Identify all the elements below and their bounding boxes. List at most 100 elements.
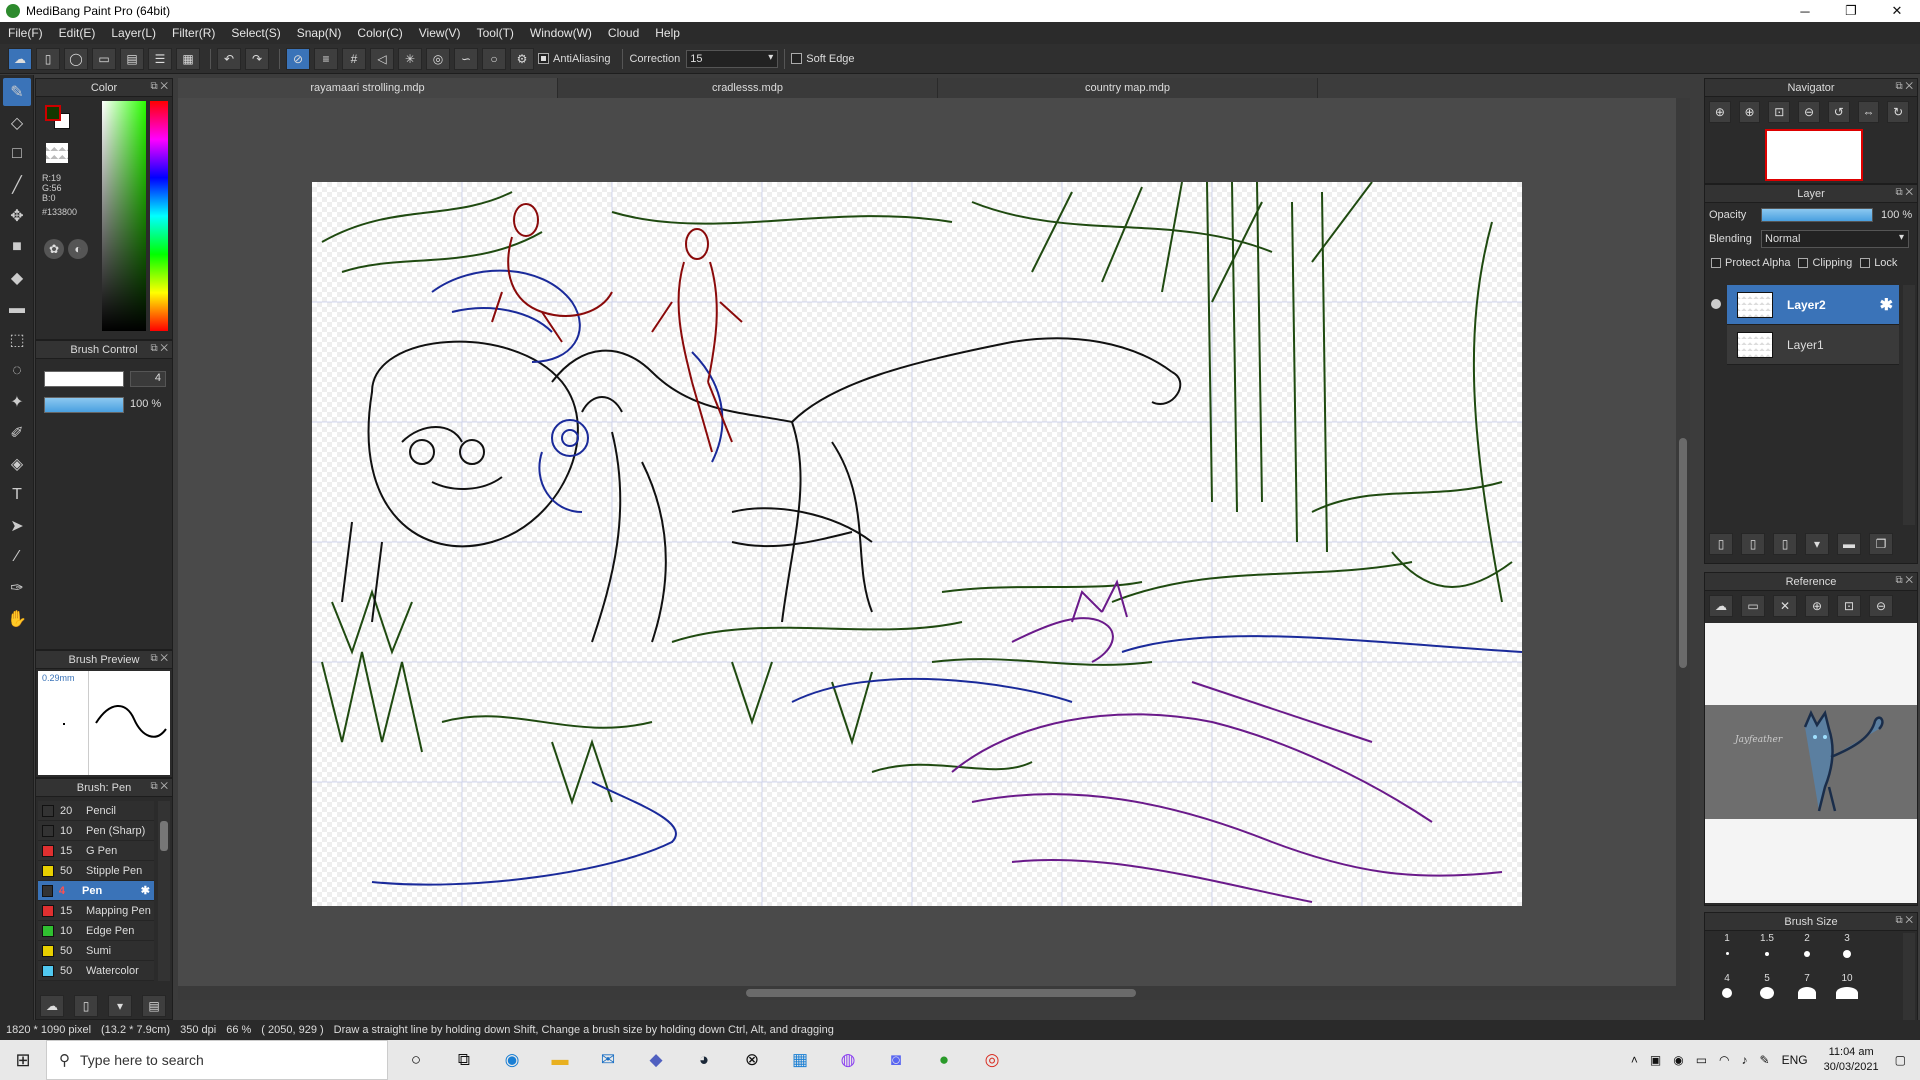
hue-slider[interactable] — [150, 101, 168, 331]
panel-close-icon[interactable]: ⧉ ✕ — [1895, 915, 1913, 926]
brush-size-3[interactable]: 3 — [1827, 933, 1867, 959]
transparent-swatch[interactable] — [46, 143, 68, 163]
blending-select[interactable]: Normal — [1761, 230, 1909, 248]
flip-icon[interactable]: ⇔ — [1857, 101, 1880, 123]
fill-rect-tool-icon[interactable]: ■ — [3, 233, 31, 261]
canvas-vertical-scrollbar[interactable] — [1676, 98, 1690, 1000]
divide-tool-icon[interactable]: ⁄ — [3, 543, 31, 571]
brush-size-1[interactable]: 1 — [1707, 933, 1747, 959]
bucket-tool-icon[interactable]: ◆ — [3, 264, 31, 292]
layer-settings-icon[interactable]: ✱ — [1880, 295, 1893, 315]
rotate-left-icon[interactable]: ↺ — [1827, 101, 1850, 123]
menu-filter[interactable]: Filter(R) — [164, 26, 223, 40]
menu-tool[interactable]: Tool(T) — [469, 26, 522, 40]
brush-item[interactable]: 20 Pencil — [38, 801, 154, 821]
menu-help[interactable]: Help — [647, 26, 688, 40]
steam-icon[interactable]: ◕ — [680, 1040, 728, 1080]
select-eraser-tool-icon[interactable]: ◈ — [3, 450, 31, 478]
undo-icon[interactable]: ↶ — [217, 47, 241, 70]
battery-icon[interactable]: ▭ — [1696, 1053, 1707, 1067]
reference-zoom-out-icon[interactable]: ⊖ — [1869, 595, 1893, 617]
brush-item[interactable]: 15 Mapping Pen — [38, 901, 154, 921]
maximize-button[interactable]: ❐ — [1828, 0, 1874, 22]
panel-close-icon[interactable]: ⧉ ✕ — [150, 343, 168, 354]
chrome-icon[interactable]: ◎ — [968, 1040, 1016, 1080]
file-explorer-icon[interactable]: ▬ — [536, 1040, 584, 1080]
text-tool-icon[interactable]: T — [3, 481, 31, 509]
language-indicator[interactable]: ENG — [1782, 1053, 1808, 1067]
brush-size-10[interactable]: 10 — [1827, 973, 1867, 999]
brush-size-scrollbar[interactable] — [1903, 933, 1915, 1021]
dot-tool-icon[interactable]: ╱ — [3, 171, 31, 199]
saturation-value-picker[interactable] — [102, 101, 146, 331]
tab-cradlesss[interactable]: cradlesss.mdp — [558, 78, 938, 98]
discord-icon[interactable]: ◙ — [872, 1040, 920, 1080]
tray-chevron-icon[interactable]: ˄ — [1631, 1053, 1638, 1067]
speech-bubble-icon[interactable]: ◯ — [64, 47, 88, 70]
reference-close-icon[interactable]: ✕ — [1773, 595, 1797, 617]
xbox-icon[interactable]: ⊗ — [728, 1040, 776, 1080]
task-view-icon[interactable]: ⧉ — [440, 1040, 488, 1080]
canvas-horizontal-scrollbar[interactable] — [178, 986, 1676, 1000]
calendar-app-icon[interactable]: ▦ — [776, 1040, 824, 1080]
close-button[interactable]: ✕ — [1874, 0, 1920, 22]
move-tool-icon[interactable]: ✥ — [3, 202, 31, 230]
layer-opacity-slider[interactable] — [1761, 208, 1873, 222]
layer-visibility-icon[interactable] — [1711, 299, 1721, 309]
new-layer-icon[interactable]: ▯ — [1709, 533, 1733, 555]
list-icon[interactable]: ☰ — [148, 47, 172, 70]
new-folder-icon[interactable]: ▬ — [1837, 533, 1861, 555]
tray-device-icon[interactable]: ▣ — [1650, 1053, 1661, 1067]
cortana-icon[interactable]: ○ — [392, 1040, 440, 1080]
reference-cloud-icon[interactable]: ☁ — [1709, 595, 1733, 617]
soft-edge-checkbox[interactable] — [791, 53, 803, 64]
lock-checkbox[interactable] — [1860, 258, 1871, 269]
brush-settings-icon[interactable]: ▤ — [142, 995, 166, 1017]
navigator-preview[interactable] — [1765, 129, 1863, 181]
layer-row-layer1[interactable]: Layer1 — [1727, 325, 1899, 365]
concentric-snap-icon[interactable]: ◎ — [426, 47, 450, 70]
curve-snap-icon[interactable]: ∽ — [454, 47, 478, 70]
menu-view[interactable]: View(V) — [411, 26, 469, 40]
clipping-checkbox[interactable] — [1798, 258, 1809, 269]
brush-size-1-5[interactable]: 1.5 — [1747, 933, 1787, 959]
menu-cloud[interactable]: Cloud — [600, 26, 647, 40]
menu-select[interactable]: Select(S) — [223, 26, 288, 40]
new-halftone-layer-icon[interactable]: ▯ — [1741, 533, 1765, 555]
add-brush-icon[interactable]: ▯ — [74, 995, 98, 1017]
taskbar-search[interactable]: ⚲ Type here to search — [46, 1040, 388, 1080]
brush-size-2[interactable]: 2 — [1787, 933, 1827, 959]
menu-layer[interactable]: Layer(L) — [103, 26, 164, 40]
brush-size-slider[interactable] — [44, 371, 124, 387]
cloud-icon[interactable]: ☁ — [8, 47, 32, 70]
panel-close-icon[interactable]: ⧉ ✕ — [150, 781, 168, 792]
brush-size-value[interactable]: 4 — [130, 371, 166, 387]
brush-item[interactable]: 15 G Pen — [38, 841, 154, 861]
wifi-icon[interactable]: ◠ — [1719, 1053, 1729, 1067]
brush-settings-gear-icon[interactable]: ✱ — [141, 884, 150, 897]
brush-list-scrollbar[interactable] — [158, 801, 170, 981]
antialiasing-checkbox[interactable] — [538, 53, 549, 64]
panel-close-icon[interactable]: ⧉ ✕ — [150, 653, 168, 664]
new-document-icon[interactable]: ▯ — [36, 47, 60, 70]
correction-select[interactable]: 15 — [686, 49, 779, 68]
operation-tool-icon[interactable]: ➤ — [3, 512, 31, 540]
brush-item[interactable]: 10 Edge Pen — [38, 921, 154, 941]
cloud-brush-icon[interactable]: ☁ — [40, 995, 64, 1017]
horizontal-scroll-thumb[interactable] — [746, 989, 1136, 997]
layer-row-layer2[interactable]: Layer2 ✱ — [1727, 285, 1899, 325]
panel-close-icon[interactable]: ⧉ ✕ — [1895, 81, 1913, 92]
grid-snap-icon[interactable]: # — [342, 47, 366, 70]
circle-snap-icon[interactable]: ○ — [482, 47, 506, 70]
brush-tool-icon[interactable]: ✎ — [3, 78, 31, 106]
fit-view-icon[interactable]: ⊡ — [1768, 101, 1791, 123]
brush-size-4[interactable]: 4 — [1707, 973, 1747, 999]
reference-open-icon[interactable]: ▭ — [1741, 595, 1765, 617]
panel-close-icon[interactable]: ⧉ ✕ — [1895, 187, 1913, 198]
reference-zoom-in-icon[interactable]: ⊕ — [1805, 595, 1829, 617]
add-layer-menu-icon[interactable]: ▾ — [1805, 533, 1829, 555]
reference-fit-icon[interactable]: ⊡ — [1837, 595, 1861, 617]
panel-close-icon[interactable]: ⧉ ✕ — [150, 81, 168, 92]
brush-size-7[interactable]: 7 — [1787, 973, 1827, 999]
brush-item[interactable]: 50 Stipple Pen — [38, 861, 154, 881]
